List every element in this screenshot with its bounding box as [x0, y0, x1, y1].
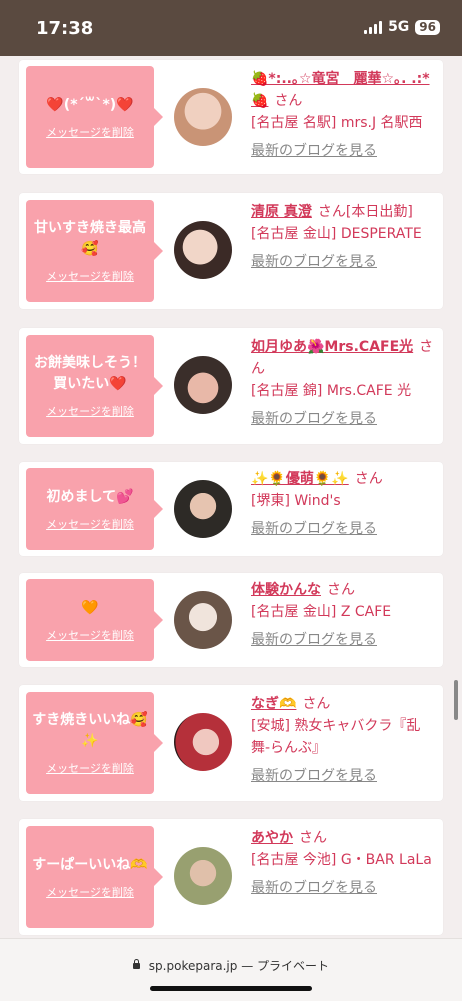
status-bar: 17:38 5G 96 [0, 0, 462, 56]
battery-icon: 96 [415, 19, 440, 35]
message-text: 初めまして💕 [46, 488, 134, 505]
profile-name-link[interactable]: 清原 真澄 [251, 204, 312, 220]
home-indicator[interactable] [150, 986, 312, 991]
message-text: お餅美味しそう！買いたい❤️ [34, 355, 146, 392]
message-text: ❤️(*´꒳`*)❤️ [46, 96, 134, 113]
url-display[interactable]: sp.pokepara.jp — プライベート [0, 957, 462, 974]
message-card: 初めまして💕 メッセージを削除 ✨🌻優萌🌻✨ さん [堺東] Wind's 最新の… [19, 462, 443, 556]
message-bubble: お餅美味しそう！買いたい❤️ メッセージを削除 [26, 335, 163, 437]
shop-label: [名古屋 今池] G・BAR LaLa [251, 852, 432, 868]
avatar[interactable] [174, 480, 232, 538]
network-label: 5G [388, 19, 410, 35]
delete-message-link[interactable]: メッセージを削除 [46, 516, 134, 532]
shop-label: [安城] 熟女キャバクラ『乱舞-らんぶ』 [251, 718, 421, 756]
avatar[interactable] [174, 88, 232, 146]
latest-blog-link[interactable]: 最新のブログを見る [251, 408, 439, 430]
shop-label: [名古屋 金山] DESPERATE [251, 226, 422, 242]
profile-info: 清原 真澄 さん[本日出勤] [名古屋 金山] DESPERATE 最新のブログを… [251, 201, 439, 273]
latest-blog-link[interactable]: 最新のブログを見る [251, 877, 439, 899]
profile-name-link[interactable]: 如月ゆあ🌺Mrs.CAFE光 [251, 339, 413, 355]
message-card: お餅美味しそう！買いたい❤️ メッセージを削除 如月ゆあ🌺Mrs.CAFE光 さん… [19, 328, 443, 444]
shop-label: [名古屋 名駅] mrs.J 名駅西 [251, 115, 423, 131]
message-bubble: すき焼きいいね🥰✨ メッセージを削除 [26, 692, 163, 794]
status-icons: 5G 96 [364, 19, 440, 35]
delete-message-link[interactable]: メッセージを削除 [46, 268, 134, 284]
message-card: すき焼きいいね🥰✨ メッセージを削除 なぎ🫶 さん [安城] 熟女キャバクラ『乱舞… [19, 685, 443, 801]
honorific: さん [302, 696, 331, 712]
latest-blog-link[interactable]: 最新のブログを見る [251, 140, 439, 162]
delete-message-link[interactable]: メッセージを削除 [46, 884, 134, 900]
profile-info: 体験かんな さん [名古屋 金山] Z CAFE 最新のブログを見る [251, 579, 439, 651]
signal-icon [364, 20, 383, 34]
profile-info: なぎ🫶 さん [安城] 熟女キャバクラ『乱舞-らんぶ』 最新のブログを見る [251, 693, 439, 787]
profile-name-link[interactable]: なぎ🫶 [251, 696, 296, 712]
clock: 17:38 [36, 18, 94, 39]
message-text: すき焼きいいね🥰✨ [32, 712, 148, 749]
honorific: さん [274, 93, 303, 109]
avatar[interactable] [174, 713, 232, 771]
message-card: すーぱーいいね🫶 メッセージを削除 あやか さん [名古屋 今池] G・BAR L… [19, 819, 443, 935]
latest-blog-link[interactable]: 最新のブログを見る [251, 518, 439, 540]
honorific: さん[本日出勤] [317, 204, 413, 220]
profile-name-link[interactable]: あやか [251, 830, 293, 846]
avatar[interactable] [174, 356, 232, 414]
profile-info: 如月ゆあ🌺Mrs.CAFE光 さん [名古屋 錦] Mrs.CAFE 光 最新のブ… [251, 336, 439, 430]
message-card: 甘いすき焼き最高🥰 メッセージを削除 清原 真澄 さん[本日出勤] [名古屋 金山… [19, 193, 443, 309]
profile-info: 🍓*:..｡☆竜宮 麗華☆｡. .:*🍓 さん [名古屋 名駅] mrs.J 名駅… [251, 68, 439, 162]
profile-name-link[interactable]: 体験かんな [251, 582, 321, 598]
honorific: さん [354, 471, 383, 487]
latest-blog-link[interactable]: 最新のブログを見る [251, 251, 439, 273]
shop-label: [名古屋 錦] Mrs.CAFE 光 [251, 383, 412, 399]
delete-message-link[interactable]: メッセージを削除 [46, 760, 134, 776]
url-domain: sp.pokepara.jp [148, 959, 238, 973]
scrollbar[interactable] [454, 680, 458, 720]
browsing-mode: — プライベート [241, 959, 330, 973]
browser-url-bar[interactable]: sp.pokepara.jp — プライベート [0, 938, 462, 1001]
profile-info: あやか さん [名古屋 今池] G・BAR LaLa 最新のブログを見る [251, 827, 439, 899]
avatar[interactable] [174, 591, 232, 649]
message-card: 🧡 メッセージを削除 体験かんな さん [名古屋 金山] Z CAFE 最新のブロ… [19, 573, 443, 667]
avatar[interactable] [174, 221, 232, 279]
message-bubble: すーぱーいいね🫶 メッセージを削除 [26, 826, 163, 928]
message-bubble: 甘いすき焼き最高🥰 メッセージを削除 [26, 200, 163, 302]
profile-info: ✨🌻優萌🌻✨ さん [堺東] Wind's 最新のブログを見る [251, 468, 439, 540]
message-text: 🧡 [81, 599, 99, 616]
avatar[interactable] [174, 847, 232, 905]
message-text: 甘いすき焼き最高🥰 [34, 220, 146, 257]
latest-blog-link[interactable]: 最新のブログを見る [251, 765, 439, 787]
message-bubble: 初めまして💕 メッセージを削除 [26, 468, 163, 550]
message-feed[interactable]: ❤️(*´꒳`*)❤️ メッセージを削除 🍓*:..｡☆竜宮 麗華☆｡. .:*… [0, 56, 462, 938]
delete-message-link[interactable]: メッセージを削除 [46, 403, 134, 419]
profile-name-link[interactable]: ✨🌻優萌🌻✨ [251, 471, 349, 487]
message-card: ❤️(*´꒳`*)❤️ メッセージを削除 🍓*:..｡☆竜宮 麗華☆｡. .:*… [19, 60, 443, 174]
honorific: さん [299, 830, 327, 846]
delete-message-link[interactable]: メッセージを削除 [46, 627, 134, 643]
honorific: さん [327, 582, 355, 598]
message-bubble: 🧡 メッセージを削除 [26, 579, 163, 661]
latest-blog-link[interactable]: 最新のブログを見る [251, 629, 439, 651]
shop-label: [堺東] Wind's [251, 493, 341, 509]
lock-icon [132, 959, 140, 969]
shop-label: [名古屋 金山] Z CAFE [251, 604, 392, 620]
message-bubble: ❤️(*´꒳`*)❤️ メッセージを削除 [26, 66, 163, 168]
message-text: すーぱーいいね🫶 [32, 856, 148, 873]
delete-message-link[interactable]: メッセージを削除 [46, 124, 134, 140]
